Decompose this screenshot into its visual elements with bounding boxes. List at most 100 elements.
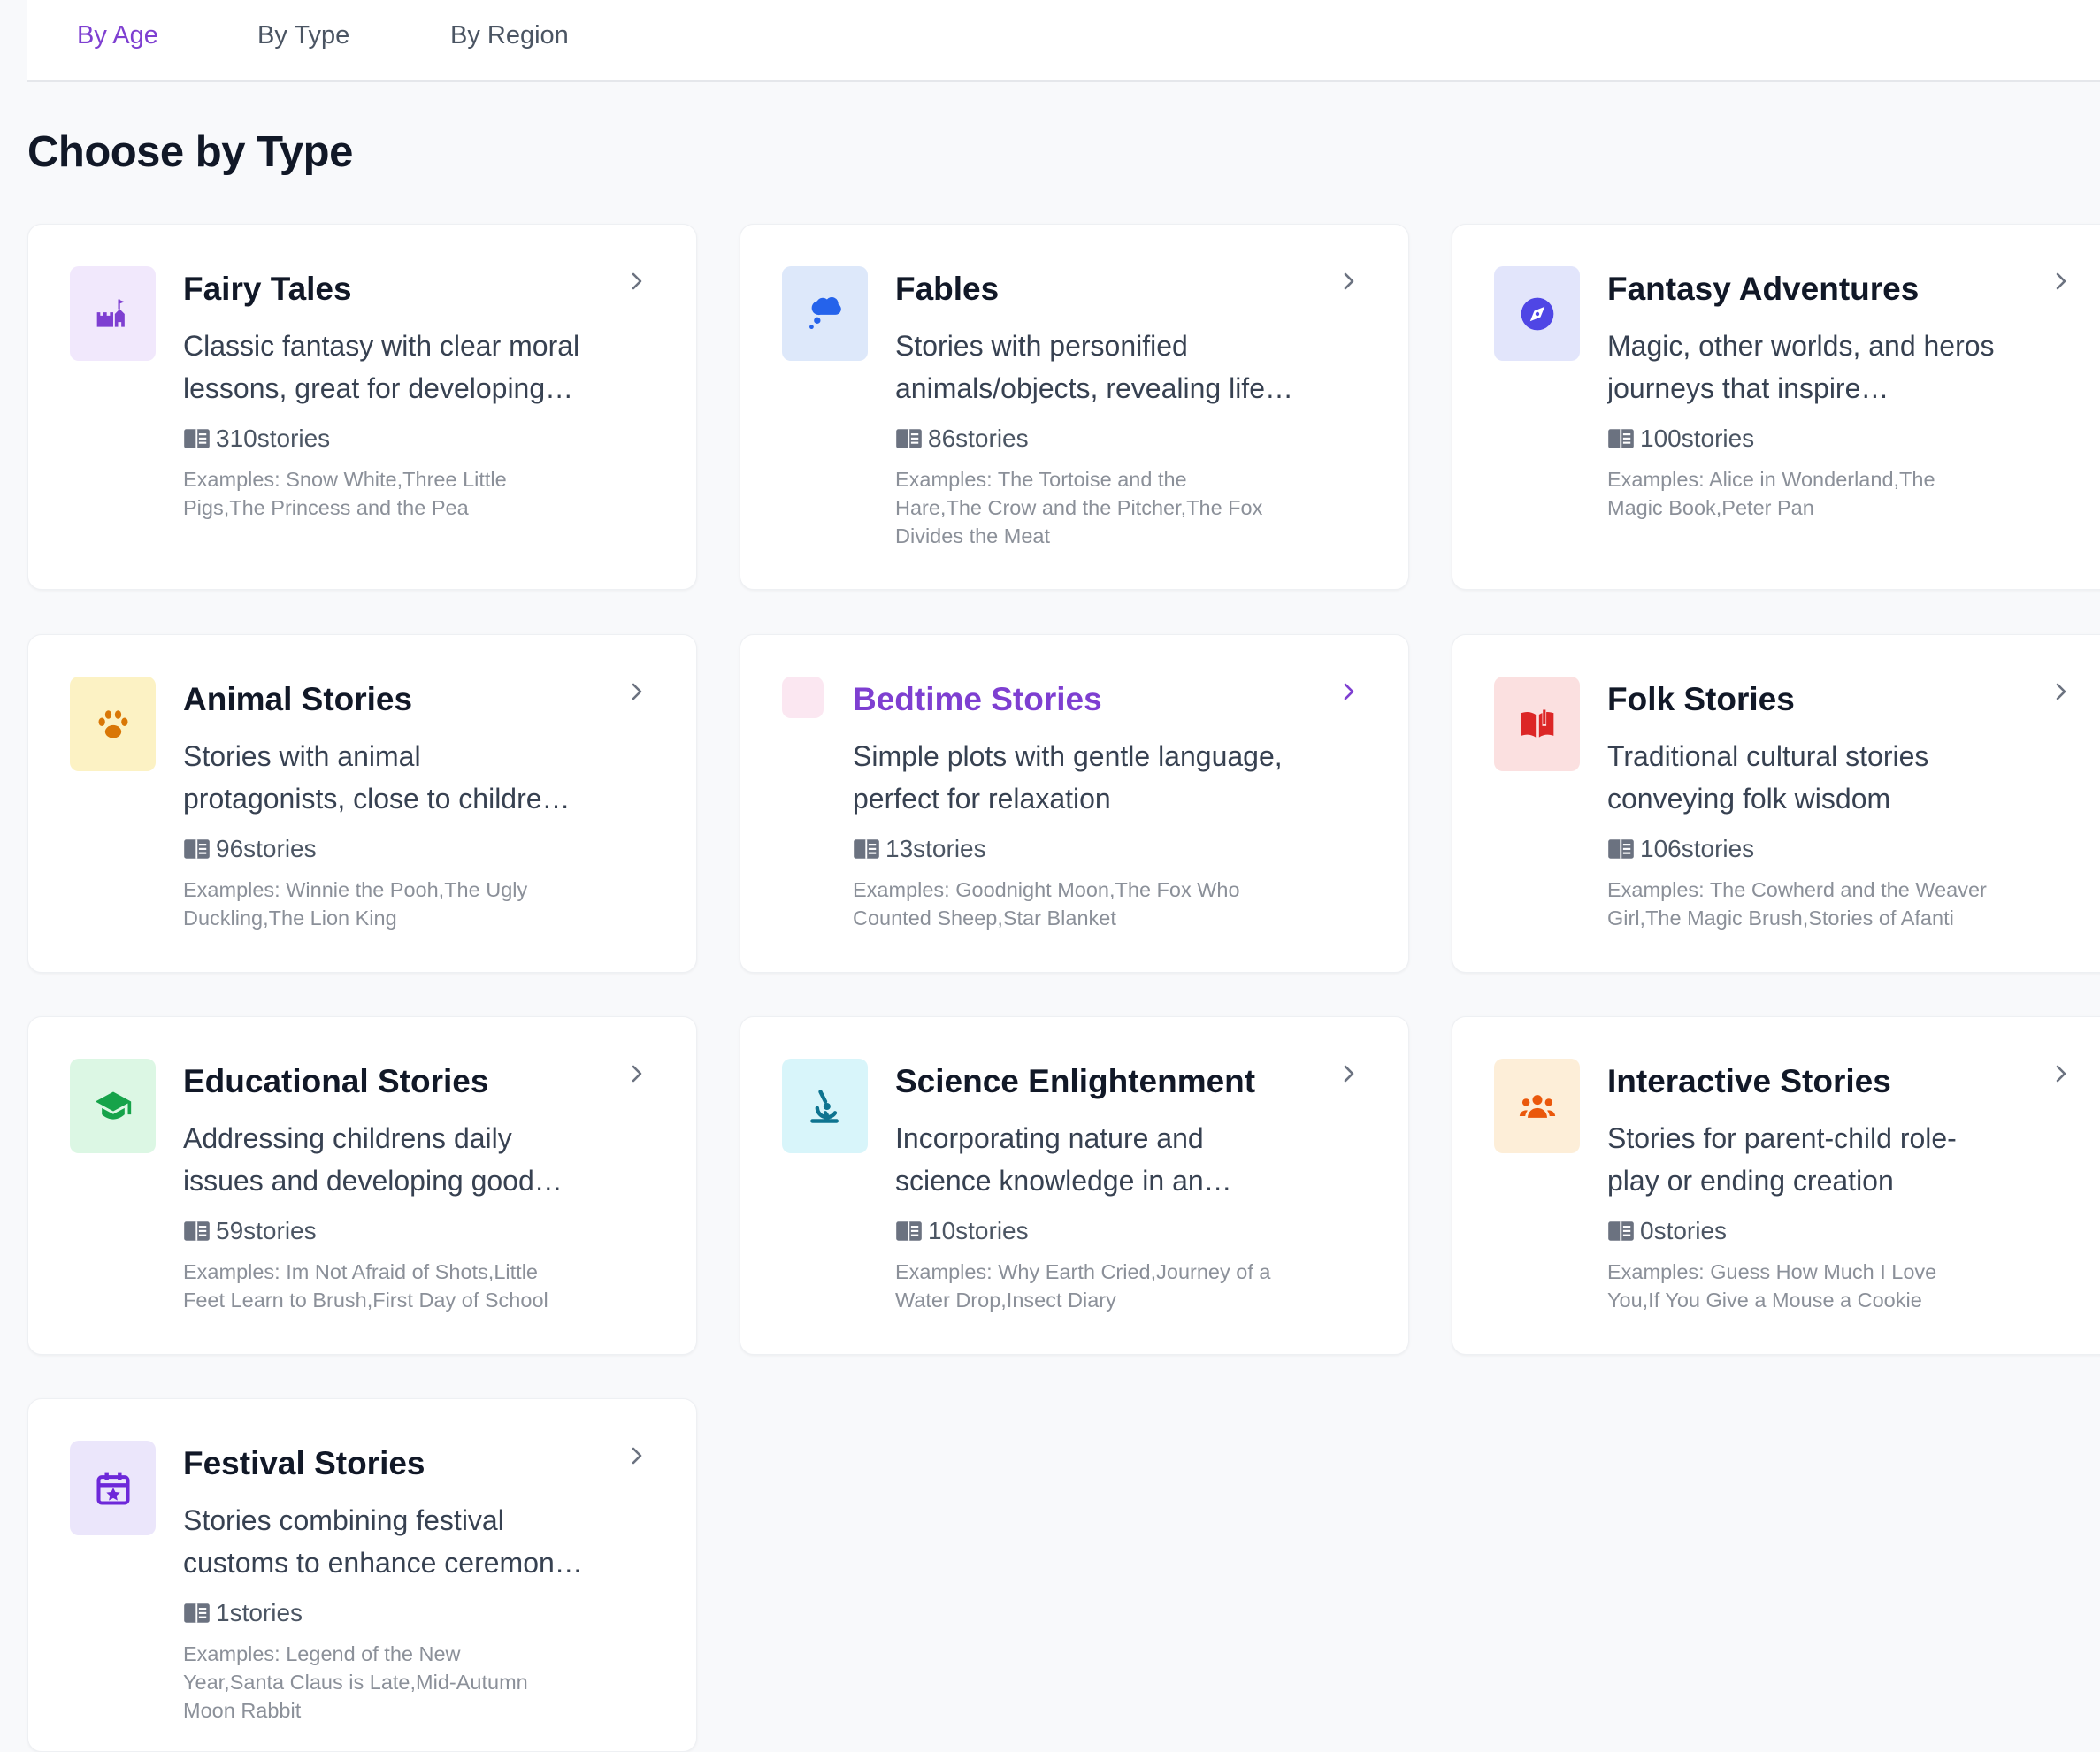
moon-icon <box>782 677 824 718</box>
card-description: Stories with personified animals/objects,… <box>895 325 1337 409</box>
type-card[interactable]: Interactive Stories Stories for parent-c… <box>1452 1016 2100 1355</box>
card-examples-line: Examples: Im Not Afraid of Shots,Little <box>183 1260 538 1283</box>
card-title: Animal Stories <box>183 681 413 717</box>
story-count-label: 13stories <box>885 835 986 862</box>
card-description-line: Addressing childrens daily <box>183 1122 512 1154</box>
card-description: Incorporating nature and science knowledg… <box>895 1117 1337 1202</box>
card-description-line: science knowledge in an… <box>895 1165 1232 1197</box>
paw-icon <box>70 677 156 771</box>
story-count: 106stories <box>1607 835 1754 863</box>
card-description-line: Magic, other worlds, and heros <box>1607 330 1995 362</box>
card-examples: Examples: Winnie the Pooh,The Ugly Duckli… <box>183 876 643 932</box>
story-count: 96stories <box>183 835 317 863</box>
card-description-line: perfect for relaxation <box>853 783 1111 815</box>
calendar-star-icon <box>70 1441 156 1535</box>
story-count-label: 1stories <box>216 1599 303 1626</box>
card-examples-line: Divides the Meat <box>895 524 1051 547</box>
card-description-line: Stories for parent-child role- <box>1607 1122 1957 1154</box>
card-examples-line: Pigs,The Princess and the Pea <box>183 496 469 519</box>
type-card[interactable]: Science Enlightenment Incorporating natu… <box>740 1016 1409 1355</box>
thought-bubble-icon <box>782 266 868 361</box>
people-group-icon <box>1494 1059 1580 1153</box>
card-examples-line: Year,Santa Claus is Late,Mid-Autumn <box>183 1671 528 1694</box>
card-title: Festival Stories <box>183 1445 425 1481</box>
card-examples-line: Examples: Guess How Much I Love <box>1607 1260 1937 1283</box>
story-count-label: 10stories <box>928 1217 1029 1244</box>
card-description-line: Stories combining festival <box>183 1504 504 1536</box>
castle-icon <box>70 266 156 361</box>
card-examples: Examples: Alice in Wonderland,The Magic B… <box>1607 465 2067 522</box>
microscope-icon <box>782 1059 868 1153</box>
tab-by-type[interactable]: By Type <box>257 21 349 50</box>
story-count: 100stories <box>1607 425 1754 453</box>
card-examples-line: Water Drop,Insect Diary <box>895 1289 1116 1312</box>
book-icon <box>184 839 210 859</box>
type-card[interactable]: Folk Stories Traditional cultural storie… <box>1452 634 2100 973</box>
card-examples: Examples: The Tortoise and the Hare,The C… <box>895 465 1355 550</box>
chevron-right-icon <box>1344 1065 1354 1083</box>
card-description-line: conveying folk wisdom <box>1607 783 1891 815</box>
chevron-right-icon <box>2056 272 2066 290</box>
card-examples: Examples: The Cowherd and the Weaver Girl… <box>1607 876 2067 932</box>
card-title: Fairy Tales <box>183 271 352 307</box>
story-count-label: 96stories <box>216 835 317 862</box>
card-title: Fantasy Adventures <box>1607 271 1920 307</box>
type-card[interactable]: Fantasy Adventures Magic, other worlds, … <box>1452 224 2100 590</box>
book-icon <box>184 429 210 448</box>
chevron-right-icon <box>2056 683 2066 700</box>
tab-by-age[interactable]: By Age <box>77 21 158 50</box>
card-title: Science Enlightenment <box>895 1063 1256 1099</box>
story-count: 86stories <box>895 425 1029 453</box>
card-examples-line: Examples: Alice in Wonderland,The <box>1607 468 1935 491</box>
card-description-line: issues and developing good… <box>183 1165 563 1197</box>
chevron-right-icon <box>1344 272 1354 290</box>
card-title: Educational Stories <box>183 1063 489 1099</box>
compass-icon <box>1494 266 1580 361</box>
card-description: Simple plots with gentle language, perfec… <box>853 735 1295 820</box>
story-count: 310stories <box>183 425 330 453</box>
card-description: Classic fantasy with clear moral lessons,… <box>183 325 625 409</box>
card-description: Stories combining festival customs to enh… <box>183 1499 625 1584</box>
story-count-label: 86stories <box>928 425 1029 452</box>
book-icon <box>1608 839 1634 859</box>
story-count: 13stories <box>853 835 986 863</box>
card-description-line: Classic fantasy with clear moral <box>183 330 580 362</box>
card-title: Interactive Stories <box>1607 1063 1891 1099</box>
card-examples-line: Examples: The Cowherd and the Weaver <box>1607 878 1987 901</box>
card-title: Bedtime Stories <box>853 681 1102 717</box>
card-examples-line: Magic Book,Peter Pan <box>1607 496 1814 519</box>
card-description-line: animals/objects, revealing life… <box>895 372 1293 404</box>
chevron-right-icon <box>2056 1065 2066 1083</box>
type-card[interactable]: Animal Stories Stories with animal protag… <box>27 634 697 973</box>
card-description-line: play or ending creation <box>1607 1165 1894 1197</box>
card-title: Folk Stories <box>1607 681 1795 717</box>
story-count: 0stories <box>1607 1217 1727 1245</box>
card-description-line: lessons, great for developing… <box>183 372 574 404</box>
type-card[interactable]: Fables Stories with personified animals/o… <box>740 224 1409 590</box>
chevron-right-icon <box>632 272 642 290</box>
book-icon <box>896 429 922 448</box>
card-description: Stories with animal protagonists, close t… <box>183 735 625 820</box>
type-card[interactable]: Bedtime Stories Simple plots with gentle… <box>740 634 1409 973</box>
card-examples-line: Examples: Why Earth Cried,Journey of a <box>895 1260 1271 1283</box>
card-description: Stories for parent-child role-play or en… <box>1607 1117 2050 1202</box>
card-description-line: protagonists, close to childre… <box>183 783 571 815</box>
card-examples-line: Examples: The Tortoise and the <box>895 468 1187 491</box>
card-description-line: Incorporating nature and <box>895 1122 1204 1154</box>
type-card[interactable]: Educational Stories Addressing childrens… <box>27 1016 697 1355</box>
story-count-label: 106stories <box>1640 835 1755 862</box>
story-count: 59stories <box>183 1217 317 1245</box>
card-examples-line: Hare,The Crow and the Pitcher,The Fox <box>895 496 1263 519</box>
card-examples-line: Counted Sheep,Star Blanket <box>853 907 1116 930</box>
story-count-label: 310stories <box>216 425 331 452</box>
type-card[interactable]: Fairy Tales Classic fantasy with clear m… <box>27 224 697 590</box>
book-icon <box>1608 1221 1634 1241</box>
tab-by-region[interactable]: By Region <box>450 21 569 50</box>
type-card[interactable]: Festival Stories Stories combining festi… <box>27 1398 697 1752</box>
card-examples-line: Examples: Goodnight Moon,The Fox Who <box>853 878 1240 901</box>
open-book-icon <box>1494 677 1580 771</box>
book-icon <box>896 1221 922 1241</box>
chevron-right-icon <box>632 1447 642 1465</box>
card-examples-line: Examples: Winnie the Pooh,The Ugly <box>183 878 528 901</box>
card-description: Traditional cultural stories conveying fo… <box>1607 735 2050 820</box>
